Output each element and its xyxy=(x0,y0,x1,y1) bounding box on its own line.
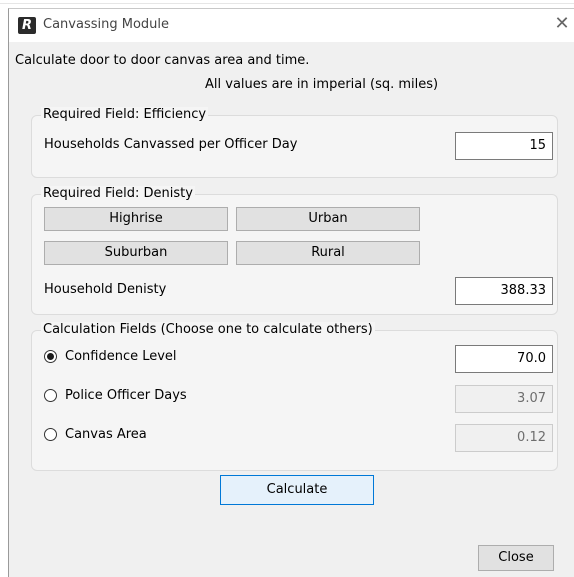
efficiency-group-title: Required Field: Efficiency xyxy=(41,107,209,122)
units-note: All values are in imperial (sq. miles) xyxy=(205,77,439,92)
canvas-area-label: Canvas Area xyxy=(65,427,147,442)
police-officer-days-label: Police Officer Days xyxy=(65,388,187,403)
background-window-strip xyxy=(0,0,574,8)
radio-selected-icon[interactable] xyxy=(44,350,57,363)
confidence-level-option[interactable]: Confidence Level xyxy=(44,347,344,367)
suburban-button[interactable]: Suburban xyxy=(44,241,228,265)
canvassing-dialog: R Canvassing Module ✕ Calculate door to … xyxy=(8,8,574,577)
title-bar: R Canvassing Module ✕ xyxy=(9,9,574,42)
households-per-day-label: Households Canvassed per Officer Day xyxy=(44,137,298,152)
highrise-button[interactable]: Highrise xyxy=(44,207,228,231)
households-per-day-input[interactable]: 15 xyxy=(455,132,553,160)
confidence-level-input[interactable]: 70.0 xyxy=(455,345,553,373)
close-button[interactable]: Close xyxy=(478,545,554,571)
rural-button[interactable]: Rural xyxy=(236,241,420,265)
radio-unselected-icon[interactable] xyxy=(44,428,57,441)
household-density-input[interactable]: 388.33 xyxy=(455,277,553,305)
description-text: Calculate door to door canvas area and t… xyxy=(15,53,310,68)
close-icon[interactable]: ✕ xyxy=(552,12,572,36)
app-logo-icon: R xyxy=(18,17,36,34)
confidence-level-label: Confidence Level xyxy=(65,349,177,364)
canvas-area-field: 0.12 xyxy=(455,424,553,452)
calculation-group-title: Calculation Fields (Choose one to calcul… xyxy=(41,322,375,337)
canvas-area-option[interactable]: Canvas Area xyxy=(44,425,344,445)
density-group-title: Required Field: Denisty xyxy=(41,186,195,201)
household-density-label: Household Denisty xyxy=(44,282,167,297)
radio-unselected-icon[interactable] xyxy=(44,389,57,402)
police-officer-days-option[interactable]: Police Officer Days xyxy=(44,386,344,406)
police-officer-days-field: 3.07 xyxy=(455,385,553,413)
calculate-button[interactable]: Calculate xyxy=(220,475,374,505)
window-title: Canvassing Module xyxy=(43,17,169,32)
urban-button[interactable]: Urban xyxy=(236,207,420,231)
